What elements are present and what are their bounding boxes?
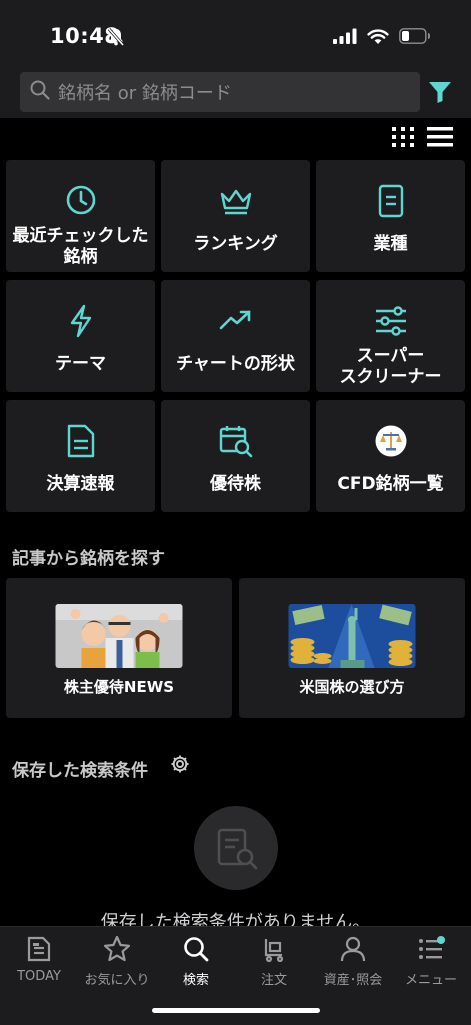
tile-theme[interactable]: テーマ	[6, 280, 155, 392]
search-icon	[30, 80, 50, 104]
tile-label: スーパー スクリーナー	[339, 346, 442, 387]
tab-label: 資産･照会	[323, 973, 383, 988]
tile-label: 決算速報	[46, 474, 115, 494]
tile-industry[interactable]: 業種	[316, 160, 465, 272]
tile-label: ランキング	[193, 234, 278, 254]
newspaper-icon	[25, 936, 53, 967]
sliders-icon	[374, 306, 408, 340]
tile-label: CFD銘柄一覧	[337, 474, 444, 494]
yutai-news-thumbnail	[55, 604, 183, 668]
article-card-yutai-news[interactable]: 株主優待NEWS	[6, 578, 232, 718]
search-icon	[182, 937, 210, 967]
tile-label: 業種	[373, 234, 408, 254]
crown-icon	[219, 186, 253, 220]
tab-favorites[interactable]: お気に入り	[78, 935, 156, 988]
tab-label: 注文	[260, 973, 287, 988]
search-header: 銘柄名 or 銘柄コード	[0, 70, 471, 118]
tile-super-screener[interactable]: スーパー スクリーナー	[316, 280, 465, 392]
bell-muted-icon	[107, 28, 125, 50]
menu-icon	[416, 936, 446, 967]
tab-order[interactable]: 注文	[235, 935, 313, 988]
home-indicator	[152, 1008, 320, 1013]
saved-section-title: 保存した検索条件	[12, 761, 148, 781]
trend-icon	[219, 308, 253, 336]
search-input[interactable]: 銘柄名 or 銘柄コード	[20, 72, 420, 112]
tab-label: メニュー	[404, 973, 457, 988]
tab-search[interactable]: 検索	[157, 935, 235, 988]
cellular-signal-icon	[333, 28, 357, 48]
calendar-search-icon	[219, 424, 253, 462]
gear-icon[interactable]	[170, 754, 190, 778]
articles-section-title: 記事から銘柄を探す	[12, 549, 165, 569]
filter-icon[interactable]	[428, 80, 452, 108]
tile-cfd[interactable]: CFD銘柄一覧	[316, 400, 465, 512]
battery-icon	[399, 28, 431, 48]
article-label: 株主優待NEWS	[63, 678, 175, 696]
tile-label: チャートの形状	[176, 354, 295, 374]
status-bar: 10:48	[0, 0, 471, 70]
tile-ranking[interactable]: ランキング	[161, 160, 310, 272]
person-icon	[339, 936, 367, 967]
article-card-us-stocks[interactable]: 米国株の選び方	[239, 578, 465, 718]
tile-label: テーマ	[55, 354, 106, 374]
tile-label: 優待株	[210, 474, 261, 494]
tab-label: お気に入り	[84, 973, 150, 988]
tile-chart-shape[interactable]: チャートの形状	[161, 280, 310, 392]
tile-earnings[interactable]: 決算速報	[6, 400, 155, 512]
list-view-icon[interactable]	[427, 126, 453, 152]
document-icon	[377, 184, 405, 222]
scale-icon	[375, 425, 407, 461]
tab-today[interactable]: TODAY	[0, 935, 78, 984]
wifi-icon	[367, 28, 389, 48]
tab-label: 検索	[182, 973, 209, 988]
tab-assets[interactable]: 資産･照会	[314, 935, 392, 988]
tile-yutai[interactable]: 優待株	[161, 400, 310, 512]
empty-state-icon	[194, 806, 278, 890]
lightning-icon	[67, 304, 95, 342]
us-stocks-thumbnail	[288, 604, 416, 668]
view-toggle	[391, 126, 453, 152]
search-placeholder: 銘柄名 or 銘柄コード	[58, 83, 232, 104]
tile-label: 最近チェックした 銘柄	[12, 226, 149, 267]
cart-icon	[260, 939, 288, 967]
article-label: 米国株の選び方	[299, 678, 405, 696]
tile-recent-checked[interactable]: 最近チェックした 銘柄	[6, 160, 155, 272]
grid-view-icon[interactable]	[391, 126, 415, 152]
clock-icon	[65, 184, 97, 220]
star-icon	[103, 935, 131, 967]
tab-menu[interactable]: メニュー	[392, 935, 470, 988]
report-icon	[66, 424, 96, 462]
tab-label: TODAY	[17, 969, 61, 984]
